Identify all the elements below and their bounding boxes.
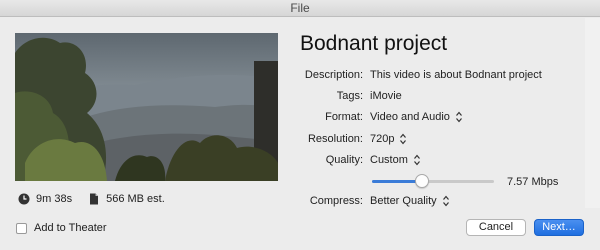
window-title: File xyxy=(290,1,310,15)
resolution-value: 720p xyxy=(370,133,395,145)
file-size-text: 566 MB est. xyxy=(106,193,165,205)
add-to-theater-checkbox[interactable] xyxy=(16,222,27,234)
bitrate-slider[interactable] xyxy=(372,174,494,188)
next-button[interactable]: Next… xyxy=(534,219,584,236)
export-meta: 9m 38s 566 MB est. xyxy=(18,191,165,207)
up-down-chevron-icon xyxy=(413,154,420,166)
tags-field[interactable]: iMovie xyxy=(370,89,402,103)
quality-value: Custom xyxy=(370,154,408,166)
format-value: Video and Audio xyxy=(370,111,450,123)
resolution-label: Resolution: xyxy=(307,133,363,145)
project-title[interactable]: Bodnant project xyxy=(300,30,560,58)
description-value[interactable]: This video is about Bodnant project xyxy=(370,68,542,82)
cancel-button[interactable]: Cancel xyxy=(466,219,526,236)
tags-value[interactable]: iMovie xyxy=(370,89,402,103)
format-popup[interactable]: Video and Audio xyxy=(370,110,462,124)
video-thumbnail xyxy=(15,33,278,181)
duration-text: 9m 38s xyxy=(36,193,73,205)
quality-popup[interactable]: Custom xyxy=(370,153,420,167)
add-to-theater-label[interactable]: Add to Theater xyxy=(34,221,107,235)
compress-value: Better Quality xyxy=(370,195,437,207)
description-field[interactable]: This video is about Bodnant project xyxy=(370,68,542,82)
add-to-theater-option[interactable]: Add to Theater xyxy=(16,221,107,235)
landscape-preview-image xyxy=(15,33,278,181)
file-icon xyxy=(88,193,100,205)
tags-label: Tags: xyxy=(336,90,363,102)
format-label: Format: xyxy=(325,111,363,123)
resolution-popup[interactable]: 720p xyxy=(370,132,407,146)
bitrate-value: 7.57 Mbps xyxy=(507,176,559,188)
compress-label: Compress: xyxy=(309,195,363,207)
up-down-chevron-icon xyxy=(455,111,462,123)
up-down-chevron-icon xyxy=(400,133,407,145)
quality-label: Quality: xyxy=(325,154,363,166)
up-down-chevron-icon xyxy=(442,195,449,207)
clock-icon xyxy=(18,193,30,205)
window-titlebar: File xyxy=(0,0,600,17)
scrollbar[interactable] xyxy=(585,18,600,208)
description-label: Description: xyxy=(304,69,363,81)
slider-knob[interactable] xyxy=(415,174,429,188)
compress-popup[interactable]: Better Quality xyxy=(370,194,449,208)
